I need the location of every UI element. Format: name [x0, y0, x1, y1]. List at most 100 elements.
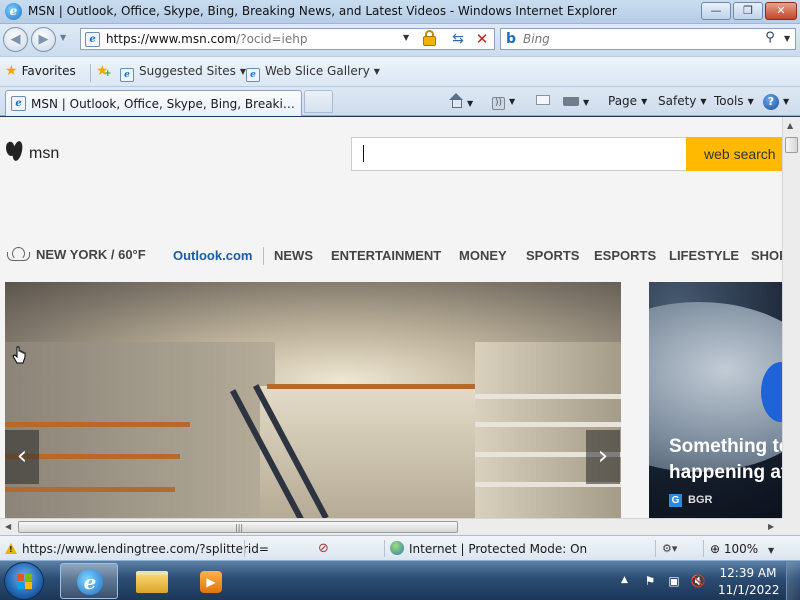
- nav-link-outlook[interactable]: Outlook.com: [173, 248, 252, 263]
- carousel-previous-button[interactable]: ‹: [5, 430, 39, 484]
- web-slice-gallery-link[interactable]: e Web Slice Gallery ▼: [246, 64, 380, 82]
- help-menu[interactable]: ? ▼: [763, 93, 790, 110]
- security-zone-text[interactable]: Internet | Protected Mode: On: [409, 542, 587, 556]
- msn-nav-strip: NEW YORK / 60°F Outlook.com NEWS ENTERTA…: [0, 245, 782, 267]
- network-icon[interactable]: ▣: [666, 573, 682, 589]
- print-button[interactable]: ▼: [563, 93, 589, 109]
- bing-search-box[interactable]: b: [500, 28, 796, 50]
- zoom-dropdown-icon[interactable]: ▼: [768, 546, 774, 555]
- chevron-down-icon: ▼: [783, 97, 790, 106]
- search-options-dropdown-icon[interactable]: ▼: [784, 34, 790, 43]
- home-button[interactable]: ▼: [449, 93, 473, 109]
- scroll-right-icon[interactable]: ▶: [768, 522, 774, 531]
- weather-widget[interactable]: NEW YORK / 60°F: [5, 247, 146, 262]
- protected-mode-settings-icon[interactable]: ⚙▾: [662, 542, 677, 555]
- refresh-button[interactable]: ⇆: [448, 29, 468, 49]
- hero-image-shelf: [475, 394, 621, 399]
- source-name: BGR: [688, 494, 713, 506]
- favorites-label: Favorites: [21, 64, 76, 78]
- taskbar-media-player[interactable]: ▶: [186, 563, 244, 599]
- favorites-divider: [90, 64, 91, 82]
- taskbar-internet-explorer[interactable]: e: [60, 563, 118, 599]
- hero-carousel[interactable]: ‹ ›: [5, 282, 621, 518]
- internet-explorer-icon: e: [77, 569, 103, 595]
- chevron-down-icon: ▼: [373, 67, 380, 76]
- weather-text: NEW YORK / 60°F: [36, 247, 146, 262]
- home-icon: [449, 93, 463, 108]
- scroll-left-icon[interactable]: ◀: [5, 522, 11, 531]
- nav-link-sports[interactable]: SPORTS: [526, 248, 579, 263]
- taskbar-windows-explorer[interactable]: [124, 563, 182, 599]
- recent-pages-dropdown-icon[interactable]: ▼: [60, 33, 66, 42]
- web-search-button[interactable]: web search: [686, 137, 782, 171]
- chevron-down-icon: ▼: [467, 99, 474, 108]
- tools-menu[interactable]: Tools ▼: [714, 93, 754, 109]
- stop-button[interactable]: ✕: [472, 29, 492, 49]
- favorites-star-icon: ★: [5, 63, 18, 79]
- warning-icon[interactable]: !: [5, 543, 17, 554]
- mail-icon: [536, 95, 550, 105]
- news-card[interactable]: Something to happening at G BGR: [649, 282, 782, 518]
- horizontal-scrollbar[interactable]: ◀ ||| ▶: [0, 518, 782, 535]
- internet-zone-globe-icon: [390, 541, 404, 555]
- volume-muted-icon[interactable]: 🔇: [690, 573, 706, 589]
- page-menu[interactable]: Page ▼: [608, 93, 647, 109]
- headline-line: happening at: [669, 462, 782, 483]
- hero-image-shelf: [267, 384, 475, 389]
- zoom-level[interactable]: ⊕ 100%: [710, 542, 758, 556]
- security-lock-icon[interactable]: [423, 30, 436, 46]
- nav-link-esports[interactable]: ESPORTS: [594, 248, 656, 263]
- cloud-icon: [5, 247, 30, 261]
- safety-menu[interactable]: Safety ▼: [658, 93, 707, 109]
- address-dropdown-icon[interactable]: ▼: [403, 33, 409, 42]
- horizontal-scroll-thumb[interactable]: |||: [18, 521, 458, 533]
- add-to-favorites-bar-icon[interactable]: ★ +: [96, 63, 112, 79]
- vertical-scroll-thumb[interactable]: [785, 137, 798, 153]
- nav-link-news[interactable]: NEWS: [274, 248, 313, 263]
- privacy-report-icon[interactable]: ⊘: [318, 541, 329, 556]
- carousel-next-button[interactable]: ›: [586, 430, 620, 484]
- zoom-magnifier-icon: ⊕: [710, 542, 724, 556]
- start-button[interactable]: [4, 562, 44, 600]
- title-bar: e MSN | Outlook, Office, Skype, Bing, Br…: [0, 0, 800, 24]
- read-mail-button[interactable]: [536, 93, 550, 109]
- bing-search-input[interactable]: [523, 31, 753, 47]
- back-button[interactable]: ◀: [3, 27, 28, 52]
- web-slice-gallery-label: Web Slice Gallery: [265, 64, 370, 78]
- text-caret: [363, 145, 364, 162]
- status-divider: [244, 540, 245, 557]
- clock-date[interactable]: 11/1/2022: [718, 583, 780, 597]
- nav-link-shopping[interactable]: SHOPPING: [751, 248, 782, 263]
- maximize-button[interactable]: ❐: [733, 2, 763, 20]
- chevron-down-icon: ▼: [700, 97, 707, 106]
- nav-link-lifestyle[interactable]: LIFESTYLE: [669, 248, 739, 263]
- minimize-button[interactable]: —: [701, 2, 731, 20]
- nav-link-money[interactable]: MONEY: [459, 248, 507, 263]
- scrollbar-corner: [782, 518, 800, 535]
- action-center-flag-icon[interactable]: ⚑: [642, 573, 658, 589]
- favorites-button[interactable]: ★ Favorites: [5, 63, 76, 82]
- show-hidden-icons-icon[interactable]: ▲: [621, 575, 628, 585]
- search-icon[interactable]: ⚲: [762, 30, 778, 46]
- nav-link-entertainment[interactable]: ENTERTAINMENT: [331, 248, 441, 263]
- nav-divider: [263, 247, 264, 265]
- hero-image-shelf: [5, 422, 190, 427]
- web-search-input[interactable]: [351, 137, 687, 171]
- suggested-sites-link[interactable]: e Suggested Sites ▼: [120, 64, 246, 82]
- new-tab-button[interactable]: [304, 90, 333, 113]
- close-button[interactable]: ✕: [765, 2, 797, 20]
- show-desktop-button[interactable]: [786, 562, 800, 600]
- address-url[interactable]: https://www.msn.com/?ocid=iehp: [106, 32, 307, 46]
- msn-brand-text: msn: [29, 145, 60, 162]
- feeds-button[interactable]: )) ▼: [492, 93, 515, 110]
- hand-cursor-icon: [12, 346, 26, 364]
- status-link-url: https://www.lendingtree.com/?splitterid=: [22, 542, 269, 556]
- headline-line: Something to: [669, 436, 782, 457]
- vertical-scrollbar[interactable]: ▲: [782, 117, 800, 518]
- forward-button[interactable]: ▶: [31, 27, 56, 52]
- suggested-sites-label: Suggested Sites: [139, 64, 236, 78]
- tab-msn[interactable]: e MSN | Outlook, Office, Skype, Bing, Br…: [5, 90, 302, 116]
- help-icon: ?: [763, 94, 779, 110]
- scroll-up-icon[interactable]: ▲: [787, 121, 793, 130]
- clock-time[interactable]: 12:39 AM: [718, 566, 778, 580]
